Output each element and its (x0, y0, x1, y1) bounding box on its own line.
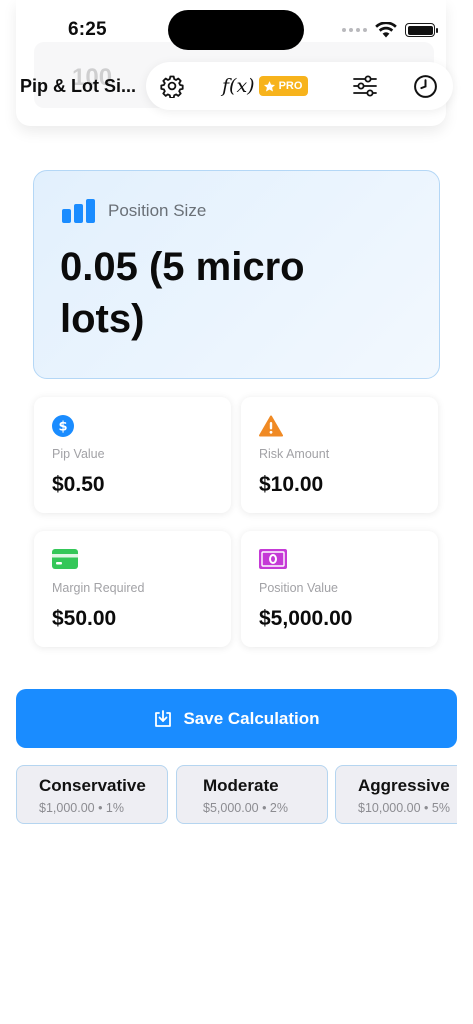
pro-badge: PRO (258, 76, 309, 96)
wifi-icon (375, 22, 397, 38)
preset-list: Conservative $1,000.00 • 1% Moderate $5,… (16, 765, 457, 825)
app-screen: 100 6:25 Pip & Lot Si... f(x) PRO Positi… (0, 0, 473, 1024)
margin-required-card: Margin Required $50.00 (34, 531, 231, 647)
function-icon: f(x) (222, 75, 255, 97)
margin-required-value: $50.00 (52, 607, 117, 630)
warning-triangle-icon (259, 415, 283, 437)
gear-icon (160, 75, 184, 98)
dynamic-island (168, 10, 304, 50)
cellular-signal-icon (342, 28, 367, 32)
status-time: 6:25 (68, 19, 107, 40)
settings-button[interactable] (160, 74, 184, 98)
risk-amount-card: Risk Amount $10.00 (241, 397, 438, 513)
history-button[interactable] (413, 74, 438, 98)
adjustments-button[interactable] (352, 74, 378, 98)
risk-amount-label: Risk Amount (259, 447, 330, 461)
pip-value-label: Pip Value (52, 447, 105, 461)
position-size-card: Position Size 0.05 (5 micro lots) (33, 170, 440, 379)
pip-value-card: $ Pip Value $0.50 (34, 397, 231, 513)
dollar-circle-icon: $ (52, 415, 74, 437)
position-value-label: Position Value (259, 581, 338, 595)
banknote-icon (259, 549, 287, 569)
toolbar: f(x) PRO (146, 62, 453, 110)
position-size-label: Position Size (108, 201, 207, 220)
position-value-amount: $5,000.00 (259, 607, 353, 630)
preset-moderate[interactable]: Moderate $5,000.00 • 2% (176, 765, 328, 824)
preset-name: Moderate (203, 776, 279, 795)
save-calculation-label: Save Calculation (183, 708, 320, 728)
preset-name: Conservative (39, 776, 146, 795)
credit-card-icon (52, 549, 78, 569)
formula-pro-button[interactable]: f(x) PRO (222, 74, 309, 98)
preset-detail: $5,000.00 • 2% (203, 801, 288, 815)
svg-text:$: $ (58, 420, 67, 435)
page-title: Pip & Lot Si... (20, 76, 136, 96)
star-icon (263, 80, 275, 91)
download-tray-icon (155, 709, 172, 727)
preset-detail: $10,000.00 • 5% (358, 801, 450, 815)
margin-required-label: Margin Required (52, 581, 145, 595)
position-value-card: Position Value $5,000.00 (241, 531, 438, 647)
risk-amount-value: $10.00 (259, 473, 324, 496)
pip-value-amount: $0.50 (52, 473, 105, 496)
preset-detail: $1,000.00 • 1% (39, 801, 124, 815)
pro-label: PRO (278, 80, 303, 92)
position-size-value: 0.05 (5 micro lots) (60, 245, 305, 341)
preset-conservative[interactable]: Conservative $1,000.00 • 1% (16, 765, 168, 824)
preset-name: Aggressive (358, 776, 450, 795)
position-size-header: Position Size (62, 199, 206, 223)
status-icons (342, 22, 438, 38)
save-calculation-button[interactable]: Save Calculation (16, 689, 457, 748)
clock-icon (414, 74, 437, 98)
bar-chart-icon (62, 199, 95, 223)
battery-icon (405, 23, 438, 37)
preset-aggressive[interactable]: Aggressive $10,000.00 • 5% (335, 765, 457, 824)
sliders-icon (353, 75, 377, 97)
